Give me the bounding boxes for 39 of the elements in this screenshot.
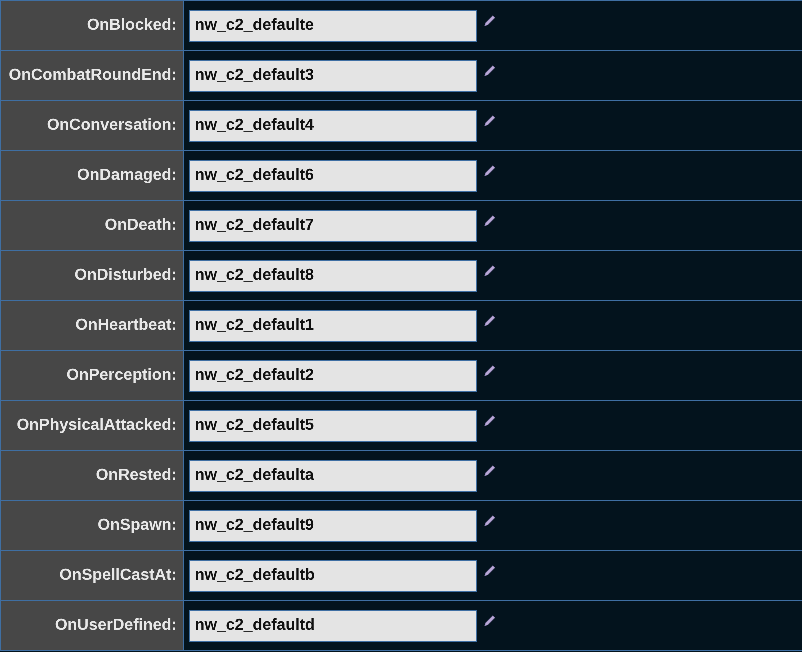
pencil-icon[interactable] [484,464,496,476]
pencil-icon[interactable] [484,114,496,126]
pencil-icon[interactable] [484,64,496,76]
script-field[interactable]: nw_c2_defaultb [189,560,477,592]
script-field[interactable]: nw_c2_defaulta [189,460,477,492]
script-field[interactable]: nw_c2_default5 [189,410,477,442]
script-field[interactable]: nw_c2_default6 [189,160,477,192]
field-label: OnHeartbeat: [76,316,177,336]
field-label: OnSpawn: [98,516,177,536]
script-field[interactable]: nw_c2_default7 [189,210,477,242]
field-label: OnBlocked: [87,16,177,36]
script-field[interactable]: nw_c2_defaulte [189,10,477,42]
field-label: OnConversation: [47,116,177,136]
script-field[interactable]: nw_c2_default4 [189,110,477,142]
pencil-icon[interactable] [484,314,496,326]
pencil-icon[interactable] [484,164,496,176]
pencil-icon[interactable] [484,214,496,226]
field-label: OnSpellCastAt: [60,566,177,586]
field-label: OnDamaged: [77,166,177,186]
field-label: OnRested: [96,466,177,486]
pencil-icon[interactable] [484,614,496,626]
script-field[interactable]: nw_c2_default1 [189,310,477,342]
pencil-icon[interactable] [484,364,496,376]
script-field[interactable]: nw_c2_defaultd [189,610,477,642]
pencil-icon[interactable] [484,564,496,576]
field-label: OnDisturbed: [74,266,177,286]
field-label: OnPhysicalAttacked: [16,416,177,436]
pencil-icon[interactable] [484,414,496,426]
script-field[interactable]: nw_c2_default2 [189,360,477,392]
field-label: OnPerception: [66,366,177,386]
pencil-icon[interactable] [484,514,496,526]
pencil-icon[interactable] [484,14,496,26]
field-label: OnDeath: [105,216,177,236]
script-field[interactable]: nw_c2_default8 [189,260,477,292]
pencil-icon[interactable] [484,264,496,276]
script-field[interactable]: nw_c2_default3 [189,60,477,92]
field-label: OnCombatRoundEnd: [9,66,177,86]
field-label: OnUserDefined: [55,616,177,636]
script-field[interactable]: nw_c2_default9 [189,510,477,542]
